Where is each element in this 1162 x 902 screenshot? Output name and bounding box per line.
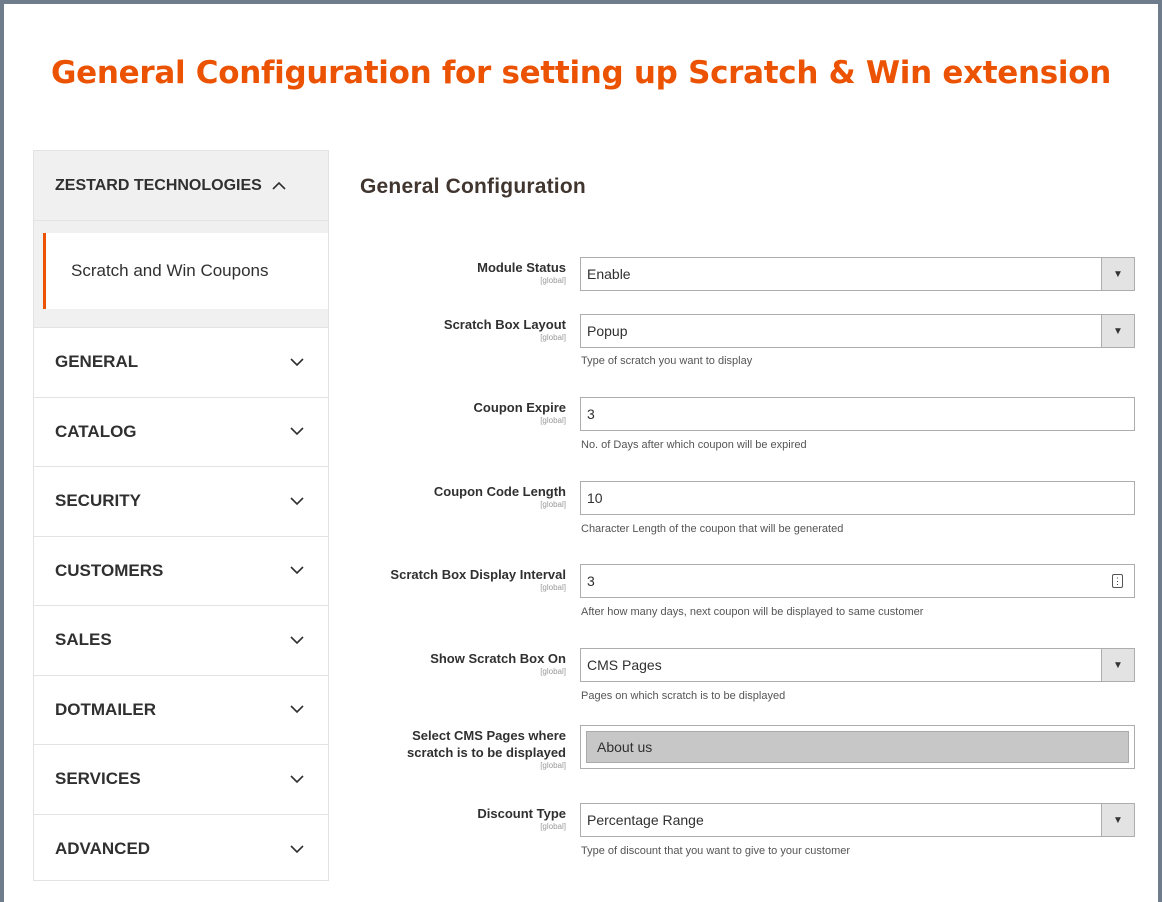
field-note: Type of scratch you want to display <box>581 355 753 367</box>
config-sidebar: ZESTARD TECHNOLOGIES Scratch and Win Cou… <box>33 150 329 881</box>
scope-label: [global] <box>540 276 566 285</box>
discount-type-select[interactable]: Percentage Range ▼ <box>580 803 1135 837</box>
field-label: Select CMS Pages where scratch is to be … <box>340 727 566 770</box>
sidebar-section-zestard[interactable]: ZESTARD TECHNOLOGIES <box>34 151 328 221</box>
scope-label: [global] <box>540 667 566 676</box>
field-note: Type of discount that you want to give t… <box>581 845 851 857</box>
sidebar-item-catalog[interactable]: CATALOG <box>34 398 328 467</box>
field-label-text: scratch is to be displayed <box>407 745 566 760</box>
field-label: Scratch Box Display Interval [global] <box>340 566 566 592</box>
chevron-down-icon <box>290 775 304 783</box>
chevron-down-icon <box>290 427 304 436</box>
sidebar-item-dotmailer[interactable]: DOTMAILER <box>34 676 328 745</box>
sidebar-item-general[interactable]: GENERAL <box>34 328 328 398</box>
field-label: Coupon Expire [global] <box>340 399 566 425</box>
sidebar-subsection: Scratch and Win Coupons <box>34 221 328 328</box>
sidebar-item-label: CATALOG <box>55 421 137 441</box>
sidebar-item-scratch-win[interactable]: Scratch and Win Coupons <box>43 233 328 309</box>
field-label-text: Discount Type <box>477 806 566 821</box>
scope-label: [global] <box>540 333 566 342</box>
field-note: Character Length of the coupon that will… <box>581 523 844 535</box>
display-interval-input[interactable]: 3 ⋮ <box>580 564 1135 598</box>
cms-pages-multiselect[interactable]: About us <box>580 725 1135 769</box>
coupon-code-length-input[interactable]: 10 <box>580 481 1135 515</box>
coupon-expire-input[interactable]: 3 <box>580 397 1135 431</box>
show-scratch-box-on-select[interactable]: CMS Pages ▼ <box>580 648 1135 682</box>
field-label-text: Module Status <box>477 260 566 275</box>
dropdown-arrow-icon: ▼ <box>1101 649 1134 681</box>
sidebar-item-label: DOTMAILER <box>55 699 157 719</box>
field-label-text: Scratch Box Layout <box>443 317 566 332</box>
select-value: Popup <box>587 323 628 339</box>
sidebar-item-advanced[interactable]: ADVANCED <box>34 815 328 885</box>
banner-title: General Configuration for setting up Scr… <box>50 55 1112 91</box>
sidebar-item-services[interactable]: SERVICES <box>34 745 328 815</box>
field-label-text: Select CMS Pages where <box>412 728 566 743</box>
scratch-box-layout-select[interactable]: Popup ▼ <box>580 314 1135 348</box>
scope-label: [global] <box>540 822 566 831</box>
sidebar-item-sales[interactable]: SALES <box>34 606 328 676</box>
sidebar-item-label: GENERAL <box>55 352 139 372</box>
select-value: Percentage Range <box>587 812 704 828</box>
field-note: After how many days, next coupon will be… <box>581 606 924 618</box>
sidebar-item-label: SECURITY <box>55 491 141 511</box>
chevron-down-icon <box>290 497 304 505</box>
module-status-select[interactable]: Enable ▼ <box>580 257 1135 291</box>
dropdown-arrow-icon: ▼ <box>1101 315 1134 347</box>
sidebar-item-customers[interactable]: CUSTOMERS <box>34 537 328 606</box>
multiselect-option[interactable]: About us <box>586 731 1129 763</box>
scope-label: [global] <box>540 416 566 425</box>
field-label: Show Scratch Box On [global] <box>340 650 566 676</box>
chevron-down-icon <box>290 358 304 366</box>
chevron-down-icon <box>290 566 304 575</box>
sidebar-item-label: ADVANCED <box>55 839 151 859</box>
scope-label: [global] <box>540 583 566 592</box>
field-label: Discount Type [global] <box>340 805 566 831</box>
chevron-down-icon <box>290 705 304 714</box>
sidebar-item-label: CUSTOMERS <box>55 560 164 580</box>
select-value: CMS Pages <box>587 657 662 673</box>
field-label: Coupon Code Length [global] <box>340 483 566 509</box>
scope-label: [global] <box>540 761 566 770</box>
scope-label: [global] <box>540 500 566 509</box>
field-label-text: Coupon Expire <box>473 400 566 415</box>
number-stepper-icon[interactable]: ⋮ <box>1112 574 1123 588</box>
sidebar-item-label: SALES <box>55 630 112 650</box>
sidebar-item-label: SERVICES <box>55 769 141 789</box>
field-label-text: Scratch Box Display Interval <box>390 567 566 582</box>
field-label-text: Show Scratch Box On <box>430 651 566 666</box>
sidebar-list: GENERAL CATALOG SECURITY CUSTOMERS SALES… <box>34 328 328 884</box>
field-label-text: Coupon Code Length <box>433 484 566 499</box>
field-note: No. of Days after which coupon will be e… <box>581 439 807 451</box>
chevron-down-icon <box>290 636 304 644</box>
chevron-up-icon <box>272 177 286 195</box>
sidebar-section-label: ZESTARD TECHNOLOGIES <box>55 176 262 194</box>
input-value: 10 <box>587 490 603 506</box>
dropdown-arrow-icon: ▼ <box>1101 804 1134 836</box>
sidebar-item-security[interactable]: SECURITY <box>34 467 328 537</box>
field-label: Scratch Box Layout [global] <box>340 316 566 342</box>
dropdown-arrow-icon: ▼ <box>1101 258 1134 290</box>
chevron-down-icon <box>290 845 304 853</box>
input-value: 3 <box>587 573 595 589</box>
page-title: General Configuration <box>360 175 586 198</box>
field-note: Pages on which scratch is to be displaye… <box>581 690 786 702</box>
field-label: Module Status [global] <box>340 259 566 285</box>
select-value: Enable <box>587 266 631 282</box>
input-value: 3 <box>587 406 595 422</box>
